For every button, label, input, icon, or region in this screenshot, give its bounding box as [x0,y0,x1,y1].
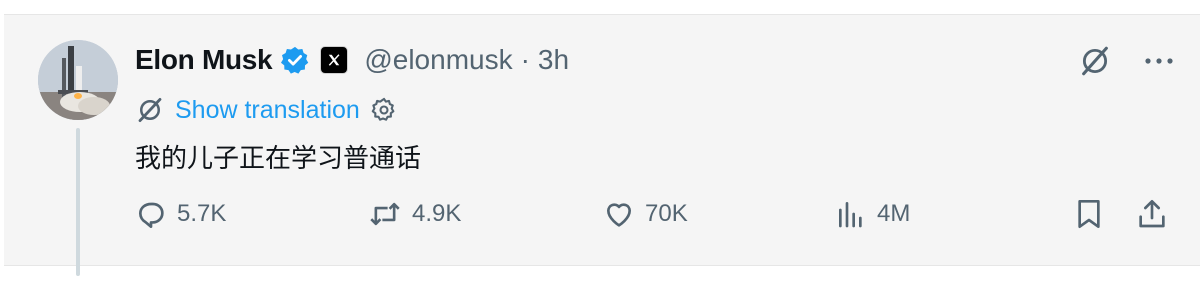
grok-translate-icon [138,98,162,122]
action-bar: 5.7K 4.9K 70K 4M [135,198,1175,238]
grok-icon[interactable] [1078,44,1112,78]
x-logo-icon[interactable] [320,46,349,74]
translation-row: Show translation [135,92,398,128]
thread-line [76,128,80,276]
bookmark-icon [1078,200,1100,228]
separator-dot: · [520,44,530,75]
tweet-header: Elon Musk @elonmusk · 3h [135,40,569,80]
timestamp[interactable]: 3h [538,44,569,76]
gear-icon[interactable] [370,96,398,124]
like-button[interactable]: 70K [603,198,688,230]
views-icon [839,202,862,228]
tweet-text: 我的儿子正在学习普通话 [135,144,422,174]
heart-icon [607,203,631,227]
views-count: 4M [877,200,911,227]
avatar-rocket-image [38,40,118,120]
bookmark-button[interactable] [1075,198,1103,230]
share-icon [1139,200,1165,228]
reply-button[interactable]: 5.7K [135,198,226,230]
share-button[interactable] [1137,198,1167,230]
reply-count: 5.7K [177,200,227,227]
author-handle[interactable]: @elonmusk [364,44,512,76]
repost-button[interactable]: 4.9K [368,198,461,230]
verified-badge-icon[interactable] [280,45,310,75]
author-name[interactable]: Elon Musk [135,44,273,76]
like-count: 70K [645,200,688,227]
reply-icon [139,202,164,228]
views-button[interactable]: 4M [835,198,910,230]
avatar[interactable] [38,40,118,120]
show-translation-link[interactable]: Show translation [175,96,360,125]
repost-count: 4.9K [412,200,462,227]
tweet-top-actions [1078,44,1174,78]
repost-icon [370,202,400,226]
more-icon[interactable] [1144,56,1174,66]
